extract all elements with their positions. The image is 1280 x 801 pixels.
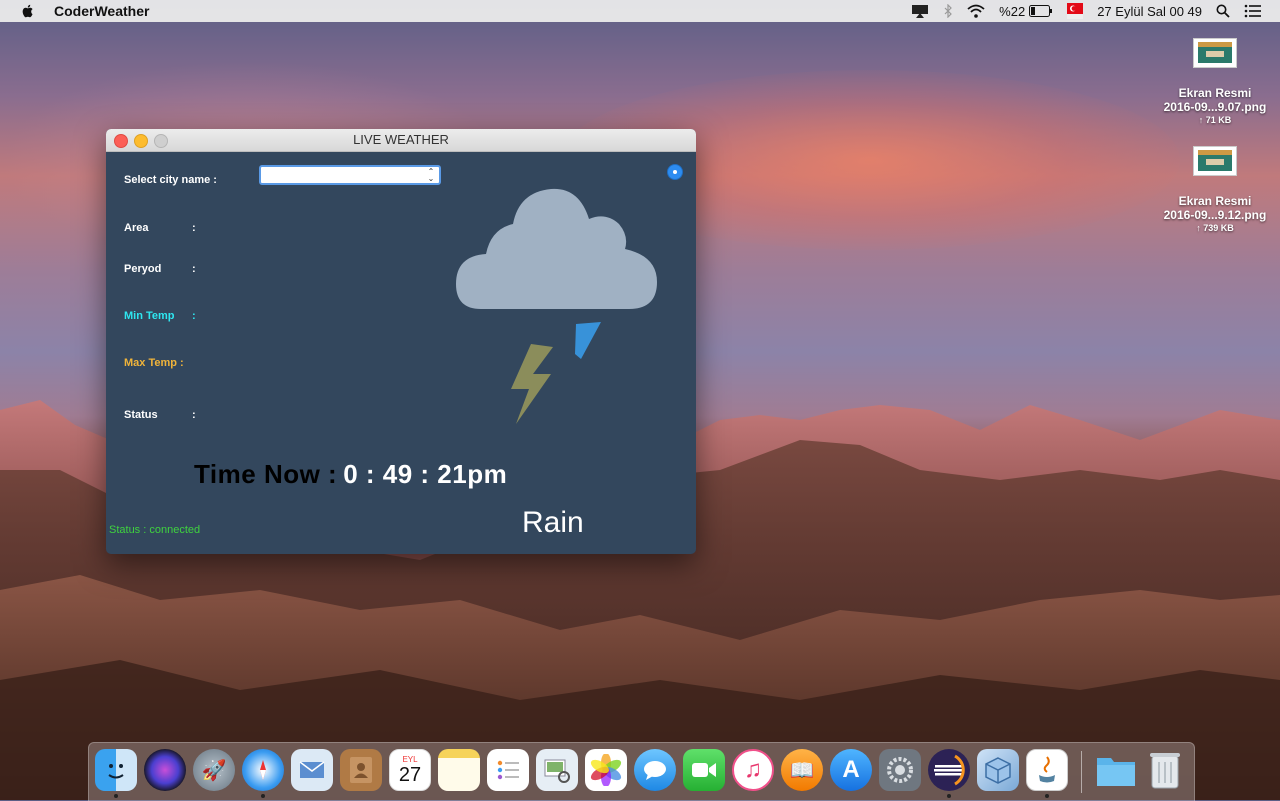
safari-icon[interactable]: [242, 749, 284, 791]
itunes-icon[interactable]: ♫: [732, 749, 774, 791]
max-temp-label: Max Temp :: [124, 357, 184, 369]
notes-icon[interactable]: [438, 749, 480, 791]
close-button[interactable]: [114, 134, 128, 148]
image-thumbnail-icon: [1193, 38, 1237, 68]
calendar-day: 27: [398, 763, 422, 786]
min-temp-colon: :: [192, 310, 196, 322]
java-icon[interactable]: [1026, 749, 1068, 791]
eclipse-icon[interactable]: [928, 749, 970, 791]
spotlight-search-icon[interactable]: [1216, 4, 1230, 18]
zoom-button[interactable]: [154, 134, 168, 148]
window-title: LIVE WEATHER: [353, 132, 449, 147]
file-name: Ekran Resmi: [1178, 86, 1252, 100]
apple-logo-icon[interactable]: [20, 3, 36, 19]
file-name: Ekran Resmi: [1178, 194, 1252, 208]
city-combobox[interactable]: ⌃ ⌄: [259, 165, 441, 185]
menu-bar: CoderWeather %22 27 Eylül Sal 00 49: [0, 0, 1280, 22]
min-temp-label: Min Temp: [124, 310, 175, 322]
siri-icon[interactable]: [144, 749, 186, 791]
finder-icon[interactable]: [95, 749, 137, 791]
live-weather-window: LIVE WEATHER Select city name : ⌃ ⌄ Area …: [106, 129, 696, 554]
turkish-flag-input-icon[interactable]: [1067, 3, 1084, 19]
file-name-detail: 2016-09...9.12.png: [1163, 208, 1267, 222]
mail-icon[interactable]: [291, 749, 333, 791]
time-label: Time Now :: [194, 459, 338, 489]
time-now-display: Time Now :0 : 49 : 21pm: [194, 459, 507, 490]
app-menu-name[interactable]: CoderWeather: [54, 3, 149, 19]
area-label: Area: [124, 222, 149, 234]
status-colon: :: [192, 409, 196, 421]
virtualbox-icon[interactable]: [977, 749, 1019, 791]
folder-icon[interactable]: [1095, 749, 1137, 791]
ibooks-icon[interactable]: 📖: [781, 749, 823, 791]
file-name-detail: 2016-09...9.07.png: [1163, 100, 1267, 114]
peryod-label: Peryod: [124, 263, 162, 275]
wifi-icon[interactable]: [967, 4, 985, 18]
cloud-storm-icon: [456, 188, 657, 424]
area-colon: :: [192, 222, 196, 234]
system-preferences-icon[interactable]: [879, 749, 921, 791]
running-indicator: [261, 794, 265, 798]
running-indicator: [1045, 794, 1049, 798]
minimize-button[interactable]: [134, 134, 148, 148]
preview-icon[interactable]: [536, 749, 578, 791]
window-titlebar[interactable]: LIVE WEATHER: [106, 129, 696, 152]
photos-icon[interactable]: [585, 749, 627, 791]
select-city-label: Select city name :: [124, 174, 217, 186]
time-value: 0 : 49 : 21pm: [343, 459, 508, 489]
file-size: ↑ 71 KB: [1198, 115, 1232, 125]
calendar-month: EYL: [402, 754, 418, 764]
combobox-arrows-icon[interactable]: ⌃ ⌄: [425, 168, 437, 184]
peryod-colon: :: [192, 263, 196, 275]
desktop-file-screenshot-2[interactable]: Ekran Resmi 2016-09...9.12.png ↑ 739 KB: [1155, 146, 1275, 233]
calendar-icon[interactable]: EYL 27: [389, 749, 431, 791]
facetime-icon[interactable]: [683, 749, 725, 791]
battery-icon[interactable]: [1029, 5, 1053, 17]
radio-button[interactable]: [668, 165, 682, 179]
notification-center-icon[interactable]: [1244, 4, 1262, 18]
status-label: Status: [124, 409, 158, 421]
reminders-icon[interactable]: [487, 749, 529, 791]
trash-icon[interactable]: [1144, 749, 1186, 791]
app-store-icon[interactable]: A: [830, 749, 872, 791]
bluetooth-icon[interactable]: [943, 4, 953, 18]
airplay-display-icon[interactable]: [911, 4, 929, 18]
dock-separator: [1081, 751, 1082, 793]
file-size: ↑ 739 KB: [1196, 223, 1234, 233]
battery-percent[interactable]: %22: [999, 4, 1025, 19]
connection-status: Status : connected: [109, 524, 201, 536]
city-value: [261, 169, 265, 183]
clock[interactable]: 27 Eylül Sal 00 49: [1097, 4, 1202, 19]
image-thumbnail-icon: [1193, 146, 1237, 176]
contacts-icon[interactable]: [340, 749, 382, 791]
running-indicator: [114, 794, 118, 798]
launchpad-icon[interactable]: 🚀: [193, 749, 235, 791]
weather-condition-text: Rain: [522, 506, 584, 539]
messages-icon[interactable]: [634, 749, 676, 791]
status-menus: %22 27 Eylül Sal 00 49: [911, 0, 1280, 22]
running-indicator: [947, 794, 951, 798]
desktop-file-screenshot-1[interactable]: Ekran Resmi 2016-09...9.07.png ↑ 71 KB: [1155, 38, 1275, 125]
dock: 🚀 EYL 27 ♫ 📖 A: [88, 742, 1195, 801]
